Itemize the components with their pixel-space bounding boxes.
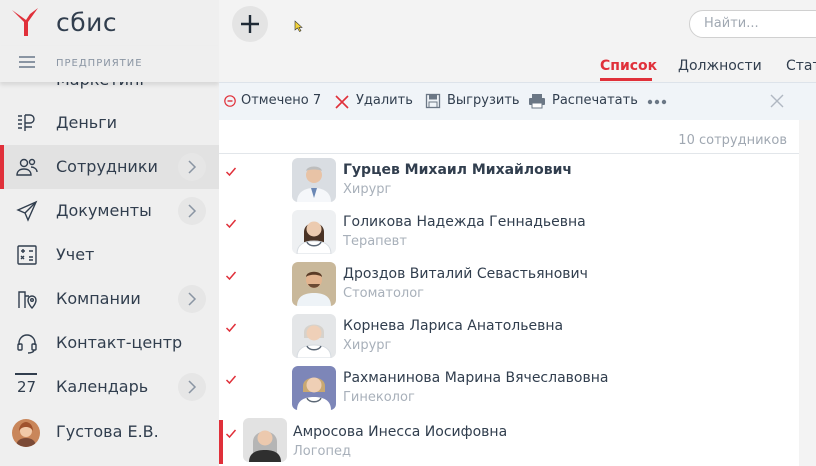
sidebar-item-label: Учет (56, 245, 95, 264)
checkbox-checked-icon[interactable] (225, 166, 237, 178)
logo-row: сбис (0, 0, 219, 46)
sidebar-item-label: Контакт-центр (56, 333, 183, 352)
employee-photo (292, 210, 336, 254)
employee-photo (243, 418, 287, 462)
employee-name[interactable]: Рахманинова Марина Вячеславовна (343, 370, 608, 386)
add-button[interactable] (232, 6, 268, 42)
chevron-right-icon[interactable] (178, 373, 206, 401)
chevron-right-icon[interactable] (178, 153, 206, 181)
close-icon[interactable] (770, 94, 784, 108)
sbis-logo-icon[interactable] (8, 6, 42, 40)
building-pin-icon (18, 291, 37, 309)
sidebar-item-employees[interactable]: Сотрудники (0, 145, 219, 189)
search-placeholder: Найти... (704, 16, 759, 31)
employee-role: Логопед (293, 444, 351, 459)
sidebar: сбис ПРЕДПРИЯТИЕ Маркетинг Деньги Сотруд… (0, 0, 219, 466)
calendar-day: 27 (17, 378, 37, 396)
calculator-icon (17, 245, 37, 265)
tab-positions[interactable]: Должности (678, 58, 762, 74)
tab-active-underline (600, 78, 652, 81)
money-icon (18, 114, 35, 131)
unmark-icon[interactable] (224, 95, 236, 107)
mouse-cursor-icon (294, 20, 303, 32)
employee-name[interactable]: Гурцев Михаил Михайлович (343, 162, 572, 178)
sidebar-item-label: Густова Е.В. (56, 422, 159, 441)
marked-count-button[interactable]: Отмечено 7 (241, 93, 321, 108)
selection-toolbar: Отмечено 7 Удалить Выгрузить Распечатать (219, 82, 816, 120)
sidebar-item-label: Календарь (56, 377, 149, 396)
employee-role: Хирург (343, 338, 392, 353)
list-count-row: 10 сотрудников (219, 120, 799, 154)
headset-icon (17, 334, 37, 354)
tab-statistics[interactable]: Стат (786, 58, 816, 74)
chevron-right-icon[interactable] (178, 197, 206, 225)
company-label[interactable]: ПРЕДПРИЯТИЕ (56, 58, 143, 69)
sidebar-item-contact-center[interactable]: Контакт-центр (0, 321, 219, 365)
logo-text: сбис (56, 8, 118, 37)
sidebar-item-label: Сотрудники (56, 157, 158, 176)
sidebar-item-calendar[interactable]: 27 Календарь (0, 365, 219, 409)
tab-list[interactable]: Список (600, 58, 657, 74)
calendar-icon (15, 373, 37, 375)
employee-name[interactable]: Дроздов Виталий Севастьянович (343, 266, 588, 282)
table-row[interactable]: Дроздов Виталий Севастьянович Стоматолог (219, 262, 799, 314)
checkbox-checked-icon[interactable] (225, 218, 237, 230)
table-row[interactable]: Гурцев Михаил Михайлович Хирург (219, 158, 799, 210)
employee-photo (292, 366, 336, 410)
checkbox-checked-icon[interactable] (225, 428, 237, 440)
printer-icon (529, 94, 545, 109)
sidebar-item-label: Деньги (56, 113, 118, 132)
delete-x-icon (335, 95, 349, 109)
sidebar-item-money[interactable]: Деньги (0, 101, 219, 145)
tabs-bar: Список Должности Стат (219, 50, 816, 82)
print-button[interactable]: Распечатать (552, 93, 638, 108)
employee-photo (292, 158, 336, 202)
search-input[interactable]: Найти... (689, 10, 816, 38)
paper-plane-icon (16, 200, 38, 222)
export-button[interactable]: Выгрузить (447, 93, 520, 108)
employee-photo (292, 262, 336, 306)
employee-photo (292, 314, 336, 358)
employee-name[interactable]: Амросова Инесса Иосифовна (293, 424, 507, 440)
table-row[interactable]: Корнева Лариса Анатольевна Хирург (219, 314, 799, 366)
more-dots-icon[interactable] (647, 99, 667, 105)
employee-role: Гинеколог (343, 390, 415, 405)
save-floppy-icon (425, 93, 441, 109)
sidebar-item-accounting[interactable]: Учет (0, 233, 219, 277)
checkbox-checked-icon[interactable] (225, 270, 237, 282)
employee-role: Хирург (343, 182, 392, 197)
people-icon (16, 158, 38, 176)
table-row-dragged[interactable]: Амросова Инесса Иосифовна Логопед (219, 418, 799, 466)
drag-indicator (219, 420, 223, 464)
chevron-right-icon[interactable] (178, 285, 206, 313)
sidebar-item-companies[interactable]: Компании (0, 277, 219, 321)
employee-role: Терапевт (343, 234, 407, 249)
panel-right-edge (799, 120, 816, 466)
table-row[interactable]: Рахманинова Марина Вячеславовна Гинеколо… (219, 366, 799, 418)
employee-role: Стоматолог (343, 286, 424, 301)
employee-count: 10 сотрудников (678, 133, 787, 148)
sidebar-item-label: Компании (56, 289, 141, 308)
employee-name[interactable]: Голикова Надежда Геннадьевна (343, 214, 586, 230)
checkbox-checked-icon[interactable] (225, 374, 237, 386)
table-row[interactable]: Голикова Надежда Геннадьевна Терапевт (219, 210, 799, 262)
user-avatar (12, 419, 40, 447)
sidebar-item-user[interactable]: Густова Е.В. (0, 410, 219, 454)
plus-icon (241, 15, 259, 33)
burger-row: ПРЕДПРИЯТИЕ (0, 46, 219, 82)
sidebar-item-label: Документы (56, 201, 152, 220)
employee-name[interactable]: Корнева Лариса Анатольевна (343, 318, 563, 334)
burger-menu-icon[interactable] (19, 56, 35, 68)
sidebar-item-documents[interactable]: Документы (0, 189, 219, 233)
delete-button[interactable]: Удалить (356, 93, 413, 108)
checkbox-checked-icon[interactable] (225, 322, 237, 334)
